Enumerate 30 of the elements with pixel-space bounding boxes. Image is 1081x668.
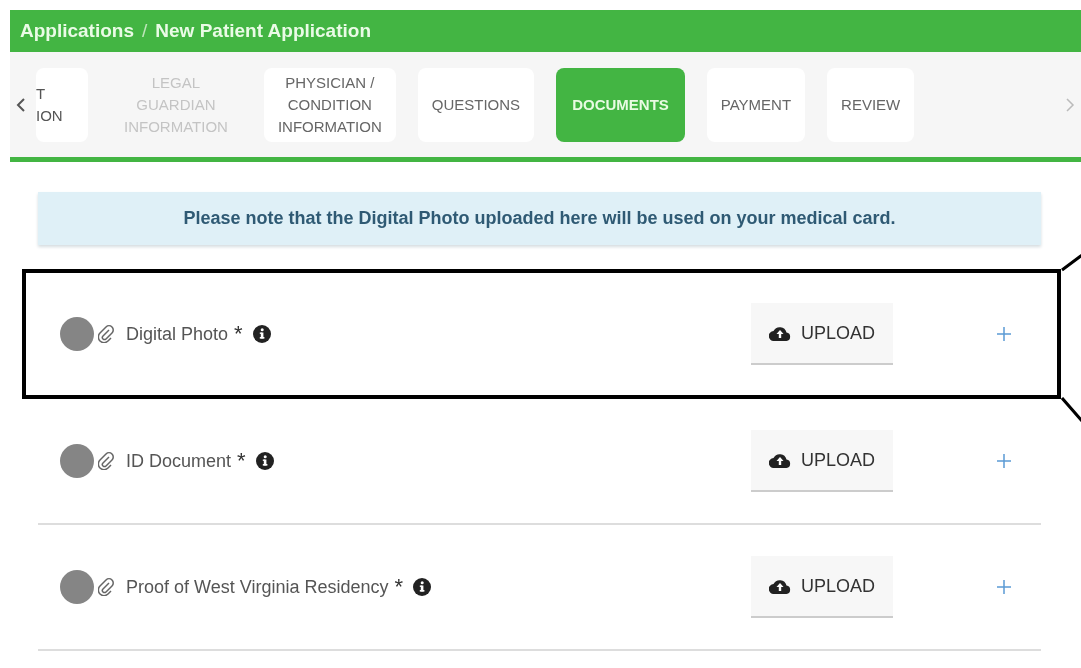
cloud-upload-icon bbox=[768, 452, 791, 468]
upload-button[interactable]: UPLOAD bbox=[750, 556, 893, 618]
document-name: Proof of West Virginia Residency bbox=[126, 576, 389, 598]
step-tab[interactable]: QUESTIONS bbox=[417, 67, 535, 142]
step-tab[interactable]: PHYSICIAN / CONDITION INFORMATION bbox=[263, 67, 396, 142]
step-tab[interactable]: T ION bbox=[36, 67, 88, 142]
document-name: ID Document bbox=[126, 450, 232, 472]
required-asterisk: * bbox=[234, 321, 243, 347]
cloud-upload-icon bbox=[768, 578, 791, 594]
paperclip-icon bbox=[98, 325, 114, 343]
status-dot bbox=[60, 570, 94, 604]
info-icon[interactable] bbox=[255, 452, 274, 470]
upload-button[interactable]: UPLOAD bbox=[750, 303, 893, 365]
required-asterisk: * bbox=[237, 448, 246, 474]
chevron-left-icon[interactable] bbox=[16, 97, 26, 112]
info-icon[interactable] bbox=[413, 578, 432, 596]
breadcrumb-separator: / bbox=[142, 20, 148, 42]
breadcrumb-current: New Patient Application bbox=[155, 20, 371, 42]
document-name: Digital Photo bbox=[126, 323, 229, 345]
status-dot bbox=[60, 317, 94, 351]
paperclip-icon bbox=[98, 578, 114, 596]
cloud-upload-icon bbox=[768, 325, 791, 341]
required-asterisk: * bbox=[394, 574, 404, 600]
step-tab[interactable]: REVIEW bbox=[827, 67, 915, 142]
step-tab[interactable]: PAYMENT bbox=[706, 67, 806, 142]
paperclip-icon bbox=[98, 452, 114, 470]
notice-banner: Please note that the Digital Photo uploaded here will be used on your medical card. bbox=[38, 192, 1041, 245]
info-icon[interactable] bbox=[252, 325, 271, 343]
upload-button[interactable]: UPLOAD bbox=[750, 430, 893, 492]
status-dot bbox=[60, 444, 94, 478]
